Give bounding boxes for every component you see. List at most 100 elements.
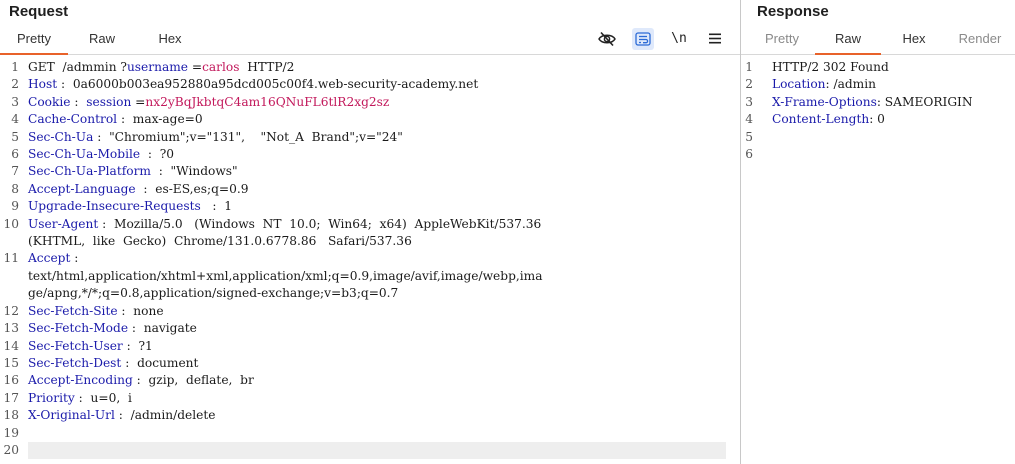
header-key: Sec-Fetch-Site [28, 303, 118, 318]
line-number [0, 233, 28, 250]
param-value: nx2yBqJkbtqC4am16QNuFL6tlR2xg2sz [145, 94, 390, 109]
header-key: Cookie [28, 94, 71, 109]
line-text: (KHTML, like Gecko) Chrome/131.0.6778.86… [28, 233, 412, 250]
code-line: 17 Priority : u=0, i [0, 390, 740, 407]
code-line: 4 Cache-Control : max-age=0 [0, 111, 740, 128]
header-key: X-Frame-Options [772, 94, 877, 109]
text-segment: : [70, 94, 87, 109]
tab-request-raw[interactable]: Raw [68, 23, 136, 54]
text-segment: HTTP/2 302 Found [772, 60, 889, 74]
header-key: username [126, 60, 188, 74]
line-number: 13 [3, 321, 19, 336]
tab-response-raw[interactable]: Raw [815, 23, 881, 55]
line-number: 16 [3, 373, 19, 388]
line-text: ge/apng,*/*;q=0.8,application/signed-exc… [28, 285, 398, 302]
code-line: 8 Accept-Language : es-ES,es;q=0.9 [0, 181, 740, 198]
text-segment: : [70, 251, 79, 266]
tab-response-hex[interactable]: Hex [881, 23, 947, 54]
line-number: 2 [11, 77, 19, 92]
text-segment: : /admin/delete [114, 408, 216, 423]
line-number: 8 [11, 181, 19, 196]
code-line: 2 Location: /admin [741, 76, 1015, 93]
code-line: text/html,application/xhtml+xml,applicat… [0, 268, 740, 285]
header-key: Host [28, 77, 58, 92]
text-segment: HTTP/2 [239, 60, 295, 74]
line-text: GET /admmin ?username =carlos HTTP/2 [28, 59, 294, 76]
text-segment: GET /admmin ? [28, 60, 127, 74]
code-line: 15 Sec-Fetch-Dest : document [0, 355, 740, 372]
code-line: 13 Sec-Fetch-Mode : navigate [0, 320, 740, 337]
line-number: 3 [11, 94, 19, 109]
line-text: Location: /admin [772, 76, 876, 93]
request-pane: Request Pretty Raw Hex \n 1 GET /admmin ?… [0, 0, 741, 464]
text-segment: : /admin [825, 77, 876, 92]
header-key: Location [772, 77, 826, 92]
header-key: Sec-Fetch-User [28, 338, 123, 353]
code-line: (KHTML, like Gecko) Chrome/131.0.6778.86… [0, 233, 740, 250]
text-segment: : none [117, 303, 164, 318]
header-key: Accept-Language [28, 181, 136, 196]
response-pane: Response Pretty Raw Hex Render 1 HTTP/2 3… [741, 0, 1015, 464]
header-key: Priority [28, 390, 75, 405]
code-line: 18 X-Original-Url : /admin/delete [0, 407, 740, 424]
newline-toggle[interactable]: \n [668, 28, 690, 50]
text-segment: : es-ES,es;q=0.9 [135, 181, 249, 196]
line-number: 6 [745, 147, 753, 162]
code-line: 10 User-Agent : Mozilla/5.0 (Windows NT 1… [0, 216, 740, 233]
text-segment: : ?1 [122, 338, 153, 353]
line-number: 6 [11, 147, 19, 162]
line-text: X-Original-Url : /admin/delete [28, 407, 215, 424]
request-editor[interactable]: 1 GET /admmin ?username =carlos HTTP/2 2 Ho… [0, 55, 740, 460]
line-text: Content-Length: 0 [772, 111, 885, 128]
header-key: Sec-Ch-Ua-Mobile [28, 147, 141, 162]
line-text: X-Frame-Options: SAMEORIGIN [772, 94, 973, 111]
response-editor[interactable]: 1 HTTP/2 302 Found 2 Location: /admin 3 X-Fra… [741, 55, 1015, 163]
line-text: Host : 0a6000b003ea952880a95dcd005c00f4.… [28, 76, 478, 93]
text-segment: : SAMEORIGIN [876, 94, 973, 109]
line-number: 4 [745, 112, 753, 127]
text-segment: : max-age=0 [117, 112, 203, 127]
request-view-tabs: Pretty Raw Hex \n [0, 23, 740, 55]
code-line: 7 Sec-Ch-Ua-Platform : "Windows" [0, 163, 740, 180]
header-key: Content-Length [772, 112, 870, 127]
code-line: 6 Sec-Ch-Ua-Mobile : ?0 [0, 146, 740, 163]
line-number: 20 [3, 442, 19, 457]
line-text: Sec-Fetch-Mode : navigate [28, 320, 197, 337]
text-segment: : "Chromium";v="131", "Not_A Brand";v="2… [93, 129, 403, 144]
line-text: Sec-Fetch-Dest : document [28, 355, 198, 372]
code-line: 6 [741, 146, 1015, 163]
line-number: 12 [3, 303, 19, 318]
header-key: Accept-Encoding [28, 373, 133, 388]
text-segment: : 0a6000b003ea952880a95dcd005c00f4.web-s… [57, 77, 479, 92]
code-line: 11 Accept : [0, 250, 740, 267]
line-number: 3 [745, 94, 753, 109]
eye-slash-icon[interactable] [596, 28, 618, 50]
line-number: 15 [3, 355, 19, 370]
response-view-tabs: Pretty Raw Hex Render [741, 23, 1015, 55]
line-number: 1 [745, 60, 753, 74]
hamburger-icon[interactable] [704, 28, 726, 50]
line-text: HTTP/2 302 Found [772, 59, 889, 76]
line-text: Sec-Fetch-Site : none [28, 303, 164, 320]
header-key: Cache-Control [28, 112, 118, 127]
text-segment: = [131, 94, 146, 109]
code-line: 1 GET /admmin ?username =carlos HTTP/2 [0, 59, 740, 76]
code-line: 3 X-Frame-Options: SAMEORIGIN [741, 94, 1015, 111]
line-number: 14 [3, 338, 19, 353]
header-key: Accept [28, 251, 71, 266]
tab-response-render[interactable]: Render [947, 23, 1013, 54]
wrap-text-icon[interactable] [632, 27, 654, 50]
line-number: 19 [3, 425, 19, 440]
header-key: Sec-Fetch-Dest [28, 355, 122, 370]
code-line: 19 [0, 425, 740, 442]
header-key: X-Original-Url [28, 408, 115, 423]
line-number [0, 285, 28, 302]
line-text: Cookie : session =nx2yBqJkbtqC4am16QNuFL… [28, 94, 389, 111]
tab-request-hex[interactable]: Hex [136, 23, 204, 54]
tab-response-pretty[interactable]: Pretty [749, 23, 815, 54]
line-text: Upgrade-Insecure-Requests : 1 [28, 198, 232, 215]
line-text: Priority : u=0, i [28, 390, 132, 407]
line-number: 5 [11, 129, 19, 144]
tab-request-pretty[interactable]: Pretty [0, 23, 68, 55]
code-line: 20 ​ [0, 441, 740, 460]
